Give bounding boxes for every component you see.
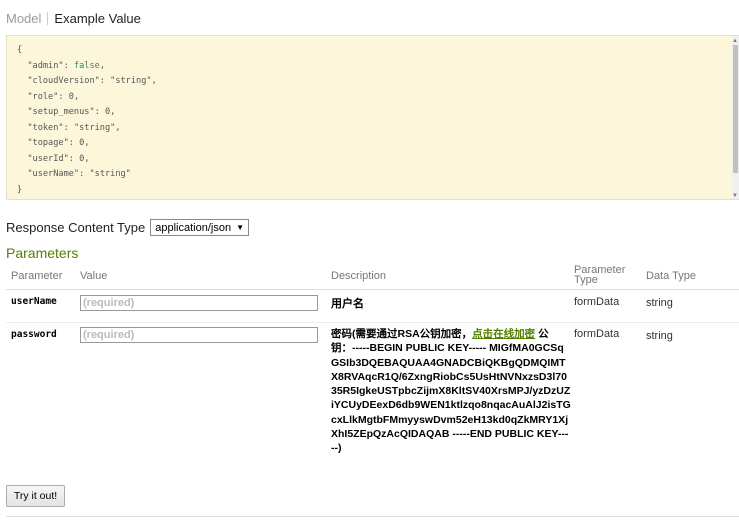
json-scrollbar[interactable]: ▲ ▼: [732, 36, 739, 199]
header-data-type: Data Type: [646, 270, 696, 282]
param-type-password: formData: [574, 328, 620, 340]
response-content-type-label: Response Content Type: [6, 220, 146, 235]
dropdown-arrow-icon: ▼: [236, 223, 245, 232]
header-description: Description: [331, 270, 387, 282]
response-content-type: Response Content Type application/json ▼: [6, 219, 250, 236]
response-content-type-select[interactable]: application/json ▼: [150, 219, 250, 236]
username-input[interactable]: (required): [80, 295, 318, 311]
scroll-down-arrow-icon[interactable]: ▼: [732, 193, 738, 199]
data-type-username: string: [646, 297, 673, 309]
header-parameter: Parameter: [11, 270, 63, 282]
header-value: Value: [80, 270, 108, 282]
scroll-up-arrow-icon[interactable]: ▲: [732, 38, 738, 44]
example-json-code: { "admin": false, "cloudVersion": "strin…: [17, 45, 157, 195]
param-type-username: formData: [574, 296, 620, 308]
description-password: 密码(需要通过RSA公钥加密，点击在线加密 公钥：-----BEGIN PUBL…: [331, 328, 571, 455]
header-divider: [6, 289, 739, 290]
scroll-thumb[interactable]: [733, 45, 738, 173]
example-json-box[interactable]: { "admin": false, "cloudVersion": "strin…: [6, 35, 739, 200]
tab-model[interactable]: Model: [6, 11, 41, 26]
try-it-out-button[interactable]: Try it out!: [6, 485, 65, 507]
bottom-divider: [6, 516, 739, 517]
param-name-username: userName: [11, 296, 57, 307]
parameters-heading: Parameters: [6, 245, 79, 261]
online-encrypt-link[interactable]: 点击在线加密: [472, 328, 535, 340]
tab-example-value[interactable]: Example Value: [54, 11, 140, 26]
row-divider: [6, 322, 739, 323]
param-name-password: password: [11, 329, 57, 340]
tab-divider: [47, 12, 49, 25]
tab-bar: Model Example Value: [6, 11, 141, 26]
data-type-password: string: [646, 330, 673, 342]
header-parameter-type: Parameter Type: [574, 264, 626, 286]
description-username: 用户名: [331, 298, 364, 310]
password-input[interactable]: (required): [80, 327, 318, 343]
